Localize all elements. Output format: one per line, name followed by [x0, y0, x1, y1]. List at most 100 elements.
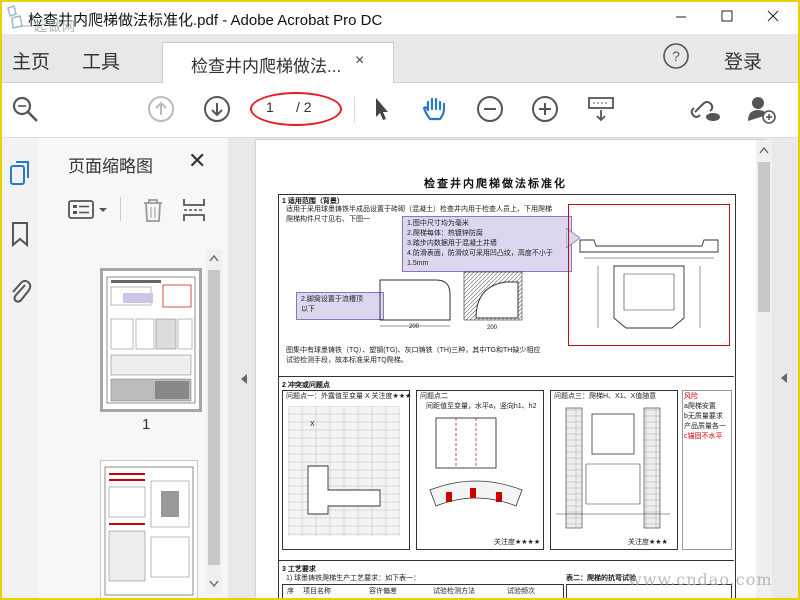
chevron-right-panel-icon: [781, 373, 787, 383]
dim-label-1: 200: [409, 324, 420, 330]
wall-embed-drawing: 200: [463, 271, 523, 331]
nav-tools[interactable]: 工具: [82, 47, 120, 74]
problem-1-title: 问题点一：外露值至变量 X 关注度★★★: [286, 393, 412, 400]
next-page-button[interactable]: [200, 92, 234, 126]
title-bar: 检查井内爬梯做法标准化.pdf - Adobe Acrobat Pro DC: [2, 2, 798, 34]
table-head-frequency: 试验频次: [507, 588, 535, 595]
site-watermark: www.cndao.com: [628, 570, 773, 589]
page-thumbnails-icon[interactable]: [8, 160, 32, 188]
toolbar-divider: [354, 97, 355, 123]
previous-page-button[interactable]: [144, 92, 178, 126]
section-3-line: 1) 球墨铸铁爬梯生产工艺要求：如下表一：: [286, 575, 421, 582]
table-2-title: 表二：爬梯的抗弯试验: [566, 575, 636, 582]
table-head-method: 试验检测方法: [433, 588, 475, 595]
insert-page-icon[interactable]: [180, 196, 208, 224]
section-1-line-2: 爬梯构件尺寸见右、下图一: [286, 216, 370, 223]
pdf-page: 检查井内爬梯做法标准化 1 适用范围（背景） 适用于采用球墨铸铁半成品设置于砖砌…: [256, 140, 766, 598]
tab-close-button[interactable]: ×: [355, 52, 364, 70]
chevron-left-icon: [241, 374, 247, 384]
nav-home[interactable]: 主页: [12, 47, 50, 74]
doc-scroll-up-icon[interactable]: [759, 146, 769, 154]
rung-section-drawing: 200: [379, 279, 451, 330]
keyboard-download-icon: [588, 97, 614, 122]
note-line-1: 图集中有球墨铸铁（TQ）、塑钢(TG)、灰口铸铁（TH)三种，其中TG和TH缺少…: [286, 347, 541, 354]
add-user-button[interactable]: [744, 92, 778, 126]
risk-line-2: b无质量要求: [684, 413, 723, 420]
help-icon[interactable]: ?: [662, 42, 690, 70]
plus-circle-icon: [532, 96, 558, 122]
attachment-icon[interactable]: [8, 276, 32, 304]
magnifier-icon: [12, 96, 38, 122]
panel-toolbar-divider: [120, 197, 121, 221]
section-divider-2: [278, 560, 734, 562]
document-scrollbar[interactable]: [756, 140, 772, 598]
window-title: 检查井内爬梯做法标准化.pdf - Adobe Acrobat Pro DC: [28, 12, 383, 29]
bookmark-icon[interactable]: [8, 220, 32, 248]
problem-2-rating: 关注度★★★★: [494, 539, 541, 546]
doc-scroll-thumb[interactable]: [758, 162, 770, 312]
zoom-search-button[interactable]: [8, 92, 42, 126]
hand-icon: [422, 97, 446, 121]
login-button[interactable]: 登录: [724, 47, 762, 74]
options-menu-icon[interactable]: [68, 199, 112, 221]
collapse-right-panel-button[interactable]: [780, 372, 788, 387]
arrow-down-circle-icon: [204, 96, 230, 122]
problem-3-title: 问题点三：爬梯H、X1、X值随意: [554, 393, 657, 400]
link-cloud-icon: [690, 101, 720, 121]
table-head-name: 项目名称: [303, 588, 331, 595]
risk-title: 风险: [684, 393, 698, 400]
risk-line-4: c锚固不水平: [684, 433, 723, 440]
thumbnail-1-number: 1: [142, 416, 151, 433]
zoom-in-button[interactable]: [528, 92, 562, 126]
scroll-up-icon[interactable]: [209, 254, 219, 262]
thumbnails-panel: 页面缩略图 ✕ 1: [38, 138, 229, 598]
toolbar: 1 / 2: [2, 83, 798, 138]
panel-scroll-thumb[interactable]: [208, 270, 220, 565]
callout-note-2: 2.爬梯每体：热镀锌防腐: [407, 230, 483, 237]
hand-tool-button[interactable]: [418, 92, 452, 126]
panel-close-button[interactable]: ✕: [188, 148, 206, 174]
section-2-heading: 2 冲突或问题点: [282, 382, 330, 389]
keyboard-tool-button[interactable]: [584, 92, 618, 126]
panel-scrollbar[interactable]: [206, 250, 222, 594]
section-3-heading: 3 工艺要求: [282, 566, 316, 573]
page-thumbnail-1[interactable]: [100, 268, 202, 412]
minimize-button[interactable]: [658, 2, 704, 32]
ladder-rung-drawing: [579, 239, 719, 329]
table-head-tolerance: 容许偏差: [369, 588, 397, 595]
share-link-button[interactable]: [688, 92, 722, 126]
callout-flow-channel: 2.脚窝设置于流槽顶 以下: [296, 292, 384, 320]
close-icon: [767, 10, 779, 22]
note-line-2: 试验检测手段，故本标准采用TQ爬梯。: [286, 357, 408, 364]
trash-icon[interactable]: [140, 196, 166, 224]
table-head-index: 序: [287, 588, 294, 595]
document-tab[interactable]: 检查井内爬梯做法... ×: [162, 42, 394, 83]
maximize-button[interactable]: [704, 2, 750, 31]
thumbnail-1-preview: [106, 276, 196, 404]
thumbnail-2-preview: [104, 466, 194, 596]
document-title: 检查井内爬梯做法标准化: [424, 178, 567, 190]
arrow-up-circle-icon: [148, 96, 174, 122]
callout-flow-line-1: 2.脚窝设置于流槽顶: [301, 296, 363, 303]
page-thumbnail-2[interactable]: [100, 460, 198, 598]
manhole-section-drawing: [556, 407, 670, 529]
document-tab-label: 检查井内爬梯做法...: [191, 57, 342, 76]
close-window-button[interactable]: [750, 2, 796, 31]
cursor-arrow-icon: [376, 98, 388, 120]
document-view[interactable]: 检查井内爬梯做法标准化 1 适用范围（背景） 适用于采用球墨铸铁半成品设置于砖砌…: [228, 138, 798, 598]
corner-watermark: 一起做网: [20, 19, 77, 34]
dim-label-2: 200: [487, 325, 498, 331]
zoom-out-button[interactable]: [473, 92, 507, 126]
maximize-icon: [721, 10, 733, 22]
table-1-header-row: 序 项目名称 容许偏差 试验检测方法 试验频次: [282, 584, 564, 598]
select-tool-button[interactable]: [364, 92, 398, 126]
tab-bar: 主页 工具 检查井内爬梯做法... × ? 登录: [2, 34, 798, 83]
risk-line-3: 产品质量各一: [684, 423, 726, 430]
add-user-icon: [748, 97, 776, 124]
scroll-down-icon[interactable]: [209, 580, 219, 588]
red-highlight-ellipse: [250, 92, 342, 126]
collapse-left-panel-button[interactable]: [240, 372, 248, 390]
brick-wall-drawing: X: [288, 406, 400, 536]
acrobat-window: 检查井内爬梯做法标准化.pdf - Adobe Acrobat Pro DC 主…: [0, 0, 800, 600]
callout-note-4: 4.防滑表面，防滑纹可采用凹凸纹，高度不小于1.5mm: [407, 250, 553, 267]
